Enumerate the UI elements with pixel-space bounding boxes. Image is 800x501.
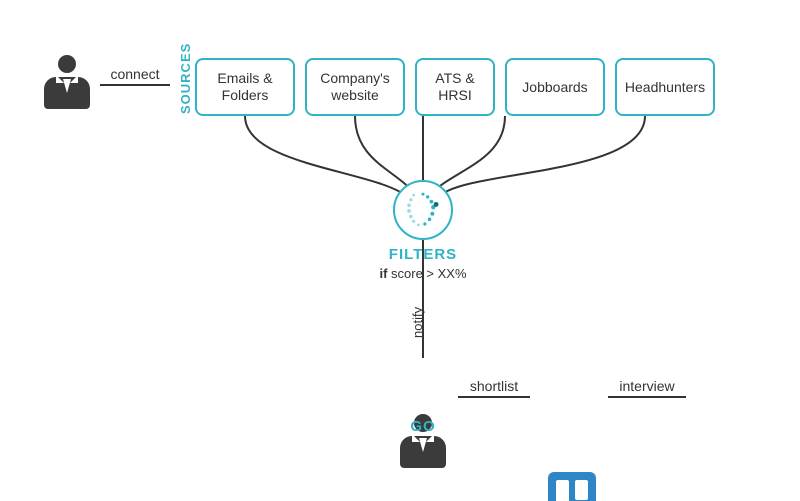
filter-condition-if: if [379, 266, 387, 281]
board-icon [548, 472, 596, 501]
filter-condition: if score > XX% [360, 266, 486, 281]
source-box-ats: ATS & HRSI [415, 58, 495, 116]
shortlist-label: shortlist [458, 378, 530, 398]
connect-label: connect [100, 66, 170, 86]
user-icon-left [44, 55, 90, 109]
interview-label: interview [608, 378, 686, 398]
source-box-emails: Emails & Folders [195, 58, 295, 116]
filter-node-icon [393, 180, 453, 240]
notify-label: notify [410, 307, 425, 338]
source-box-jobboards: Jobboards [505, 58, 605, 116]
filters-heading: FILTERS [373, 246, 473, 263]
source-box-website: Company's website [305, 58, 405, 116]
sources-heading: SOURCES [178, 43, 193, 114]
source-box-headhunters: Headhunters [615, 58, 715, 116]
go-heading: GO [400, 418, 446, 435]
filter-condition-expr: score > XX% [391, 266, 467, 281]
